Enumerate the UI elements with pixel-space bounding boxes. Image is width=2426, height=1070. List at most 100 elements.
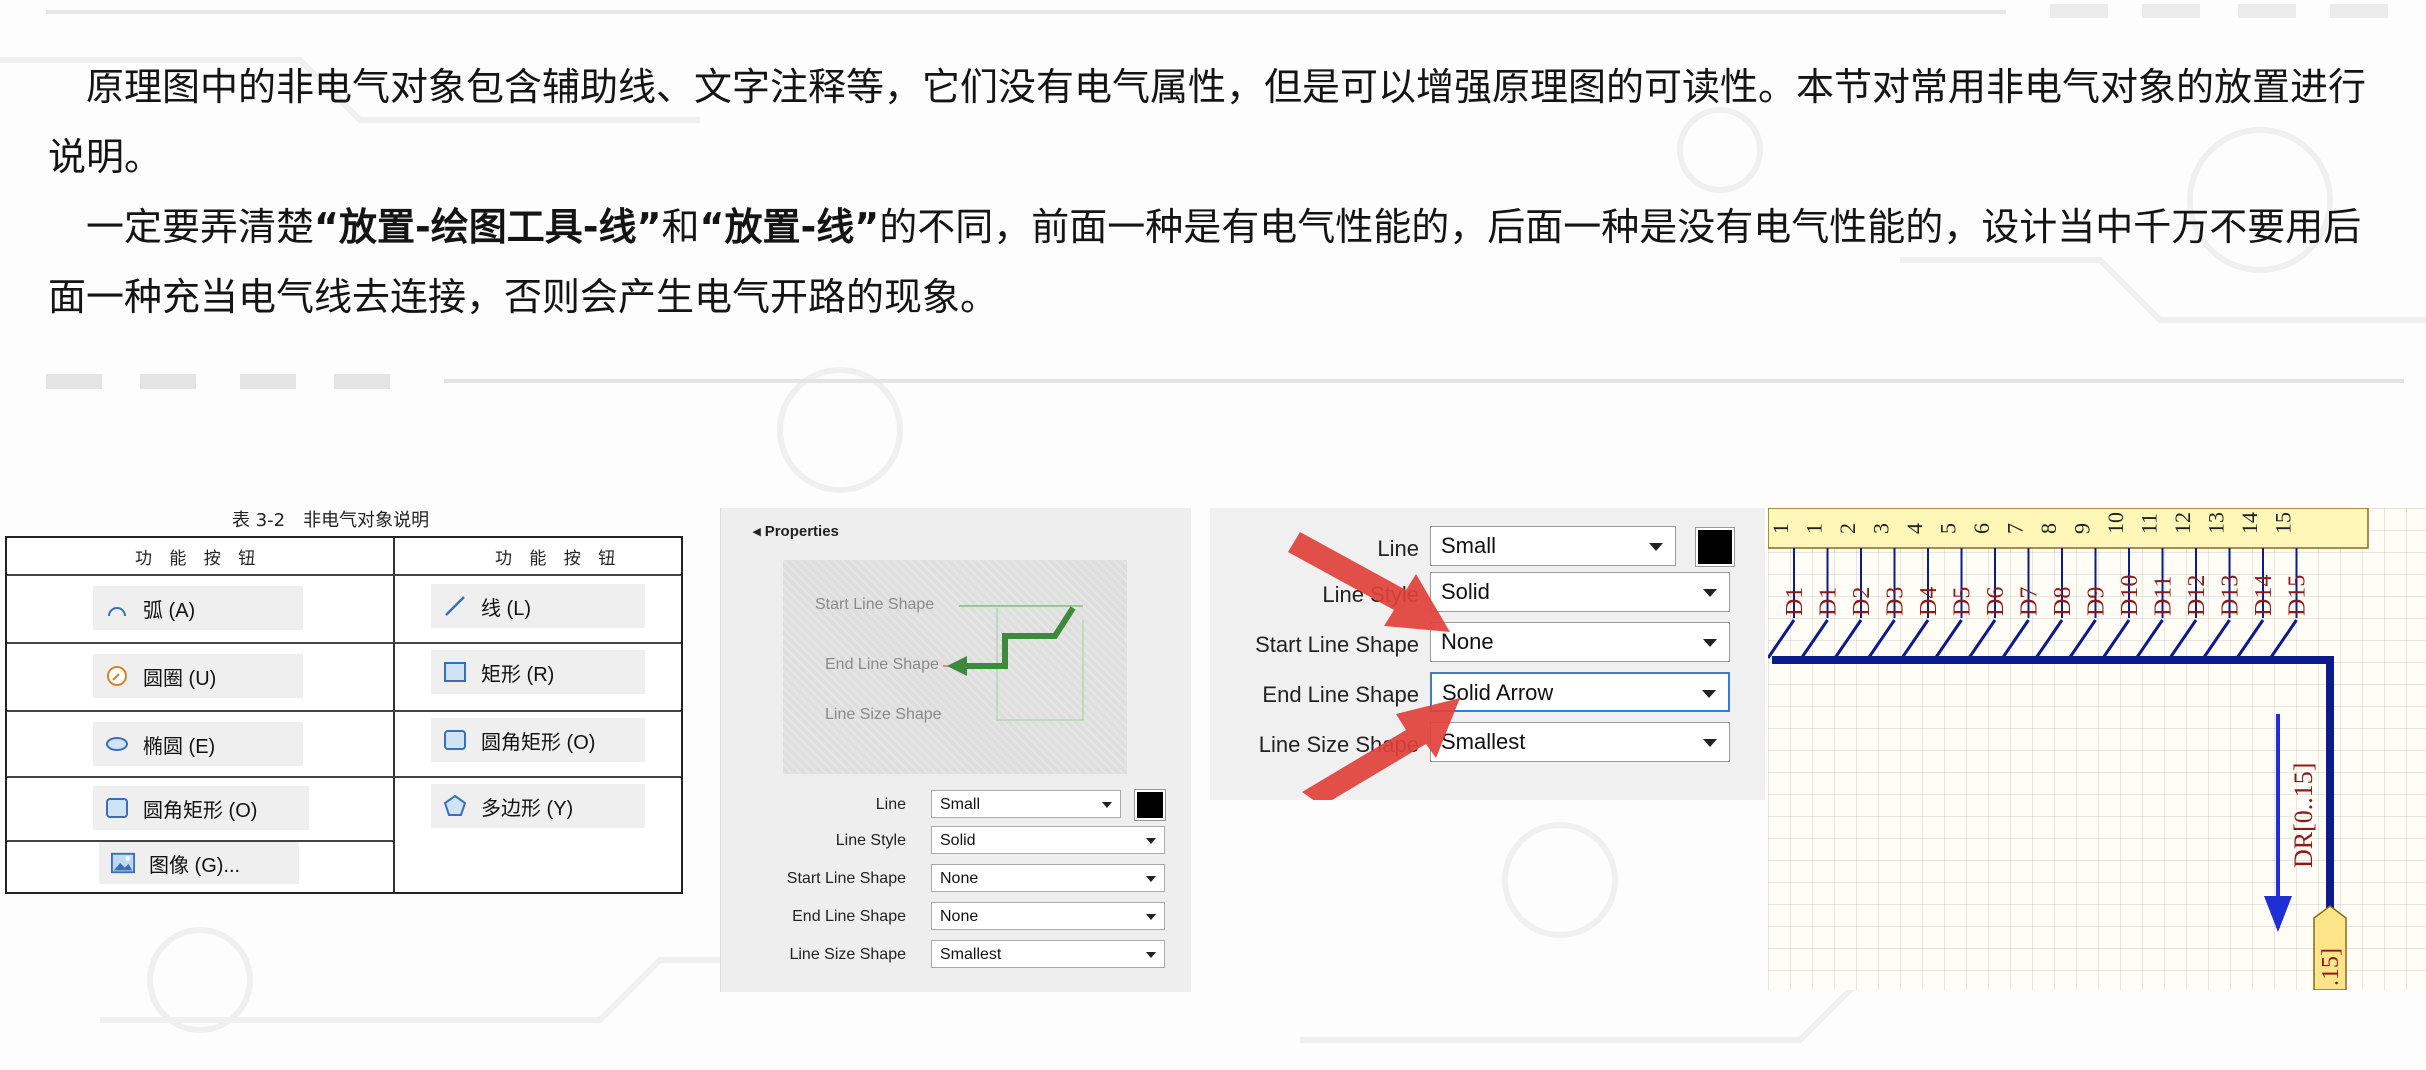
bus-entry bbox=[1900, 619, 1930, 659]
port-label: .15] bbox=[2318, 948, 2344, 986]
prop-line-style-value: Solid bbox=[940, 832, 976, 849]
bus-entry bbox=[2168, 619, 2198, 659]
chevron-down-icon bbox=[1146, 838, 1156, 844]
chevron-down-icon bbox=[1146, 952, 1156, 958]
red-arrow-icon bbox=[1288, 532, 1450, 632]
prop-start-line-shape-label: Start Line Shape bbox=[786, 870, 906, 887]
bus-entry bbox=[1833, 619, 1863, 659]
table-row-divider bbox=[7, 574, 681, 576]
pin-net-label: D9 bbox=[2084, 587, 2110, 616]
pin-number-label: 14 bbox=[2237, 512, 2262, 534]
section-divider-block bbox=[334, 374, 390, 389]
full-circle-button-label: 圆圈 (U) bbox=[143, 667, 217, 690]
prop-line-size-shape-label: Line Size Shape bbox=[789, 946, 906, 963]
image-button-label: 图像 (G)... bbox=[149, 854, 241, 877]
blue-arrowhead-icon bbox=[2264, 896, 2292, 932]
polygon-button[interactable]: 多边形 (Y) bbox=[431, 784, 645, 828]
rectangle-button-label: 矩形 (R) bbox=[481, 663, 555, 686]
bus-entry bbox=[2135, 619, 2164, 659]
pin-net-label: D15 bbox=[2285, 575, 2311, 616]
pin-net-label: D12 bbox=[2184, 575, 2210, 616]
warning-text-a: 一定要弄清楚 bbox=[86, 205, 315, 249]
schematic-bus-panel: 1 D1 1 D1 2 D2 3 D3 4 D4 5 D5 6 D6 7 D7 8 D8 9 D9 10 D10 11 D11… bbox=[1768, 508, 2426, 990]
pin-net-label: D14 bbox=[2251, 575, 2277, 616]
polygon-button-label: 多边形 (Y) bbox=[481, 797, 574, 820]
bus-entry bbox=[1800, 619, 1829, 659]
right-rounded-rectangle-button-label: 圆角矩形 (O) bbox=[481, 731, 596, 754]
prop-line-size-shape-select[interactable]: Smallest bbox=[931, 940, 1165, 968]
pin-number-label: 9 bbox=[2070, 523, 2095, 534]
pin-number-label: 6 bbox=[1969, 523, 1994, 534]
section-divider-block bbox=[140, 374, 196, 389]
bus-entry bbox=[1967, 619, 1997, 659]
image-icon bbox=[111, 851, 135, 875]
warning-bold-place-line: “放置-线” bbox=[699, 205, 880, 249]
preview-line-graphic bbox=[943, 605, 1084, 721]
top-divider-line bbox=[46, 10, 2006, 14]
top-divider-block bbox=[2142, 4, 2200, 18]
table-header-right: 功 能 按 钮 bbox=[495, 549, 622, 569]
table-row-divider bbox=[7, 710, 681, 712]
image-button[interactable]: 图像 (G)... bbox=[99, 842, 299, 884]
arc-button[interactable]: 弧 (A) bbox=[93, 586, 303, 630]
prop-line-style-select[interactable]: Solid bbox=[931, 826, 1165, 854]
pin-number-label: 15 bbox=[2271, 512, 2296, 534]
prop-end-line-shape-label: End Line Shape bbox=[792, 908, 906, 925]
warning-paragraph: 一定要弄清楚“放置-绘图工具-线”和“放置-线”的不同，前面一种是有电气性能的，… bbox=[48, 192, 2388, 332]
bus-entry bbox=[2202, 619, 2231, 659]
table-caption: 表 3-2 非电气对象说明 bbox=[232, 510, 430, 531]
table-header-left: 功 能 按 钮 bbox=[135, 549, 262, 569]
table-row-divider bbox=[7, 776, 681, 778]
section-divider-line bbox=[444, 379, 2404, 383]
prop-row-end-line-shape: End Line Shape None bbox=[721, 902, 1191, 932]
prop-line-label: Line bbox=[875, 796, 906, 813]
prop-start-line-shape-select[interactable]: None bbox=[931, 864, 1165, 892]
red-arrow-icon bbox=[1302, 698, 1460, 800]
pin-number-label: 11 bbox=[2137, 513, 2162, 534]
section-divider-block bbox=[240, 374, 296, 389]
pin-number-label: 3 bbox=[1869, 523, 1894, 534]
chevron-down-icon bbox=[1146, 876, 1156, 882]
pin-net-label: D11 bbox=[2151, 576, 2177, 616]
prop-end-line-shape-select[interactable]: None bbox=[931, 902, 1165, 930]
bus-entry bbox=[2034, 619, 2064, 659]
pin-net-label: D8 bbox=[2050, 587, 2076, 616]
pin-net-label: D6 bbox=[1983, 587, 2009, 616]
ellipse-button-label: 椭圆 (E) bbox=[143, 735, 216, 758]
properties-title[interactable]: ◂ Properties bbox=[753, 522, 839, 540]
warning-text-c: 和 bbox=[661, 205, 700, 249]
red-pointer-arrows bbox=[1288, 532, 1460, 800]
prop-row-line-size-shape: Line Size Shape Smallest bbox=[721, 940, 1191, 970]
top-divider-block bbox=[2238, 4, 2296, 18]
bus-entry bbox=[2068, 619, 2097, 659]
pin-net-label: D4 bbox=[1916, 587, 1942, 616]
pin-net-label: D1 bbox=[1816, 587, 1842, 616]
rounded-rectangle-button[interactable]: 圆角矩形 (O) bbox=[93, 786, 309, 830]
bus-entry bbox=[1867, 619, 1896, 659]
prop-end-line-shape-value: None bbox=[940, 908, 979, 925]
bus-entry bbox=[2101, 619, 2131, 659]
pin-number-label: 1 bbox=[1768, 523, 1793, 534]
chevron-down-icon bbox=[1102, 802, 1112, 808]
pin-net-label: D7 bbox=[2017, 587, 2043, 616]
bus-entry bbox=[1768, 619, 1796, 659]
pin-net-label: D5 bbox=[1950, 587, 1976, 616]
line-color-swatch[interactable] bbox=[1134, 789, 1166, 821]
non-electrical-objects-table: 功 能 按 钮 功 能 按 钮 弧 (A) 圆圈 (U) 椭圆 (E) 圆角矩形… bbox=[5, 536, 683, 894]
prop-start-line-shape-value: None bbox=[940, 870, 979, 887]
ellipse-button[interactable]: 椭圆 (E) bbox=[93, 722, 303, 766]
pin-number-label: 8 bbox=[2036, 523, 2061, 534]
circle-icon bbox=[105, 664, 129, 688]
pin-net-label: D3 bbox=[1883, 587, 1909, 616]
bus-label: DR[0..15] bbox=[2289, 763, 2318, 868]
top-divider-block bbox=[2050, 4, 2108, 18]
properties-title-label: Properties bbox=[764, 523, 839, 540]
pin-net-label: D10 bbox=[2117, 575, 2143, 616]
pin-number-label: 4 bbox=[1902, 523, 1927, 534]
rectangle-button[interactable]: 矩形 (R) bbox=[431, 650, 645, 694]
bus-line bbox=[1772, 656, 2334, 918]
right-rounded-rectangle-button[interactable]: 圆角矩形 (O) bbox=[431, 718, 645, 762]
prop-line-select[interactable]: Small bbox=[931, 790, 1121, 818]
full-circle-button[interactable]: 圆圈 (U) bbox=[93, 654, 303, 698]
line-button[interactable]: 线 (L) bbox=[431, 584, 645, 628]
